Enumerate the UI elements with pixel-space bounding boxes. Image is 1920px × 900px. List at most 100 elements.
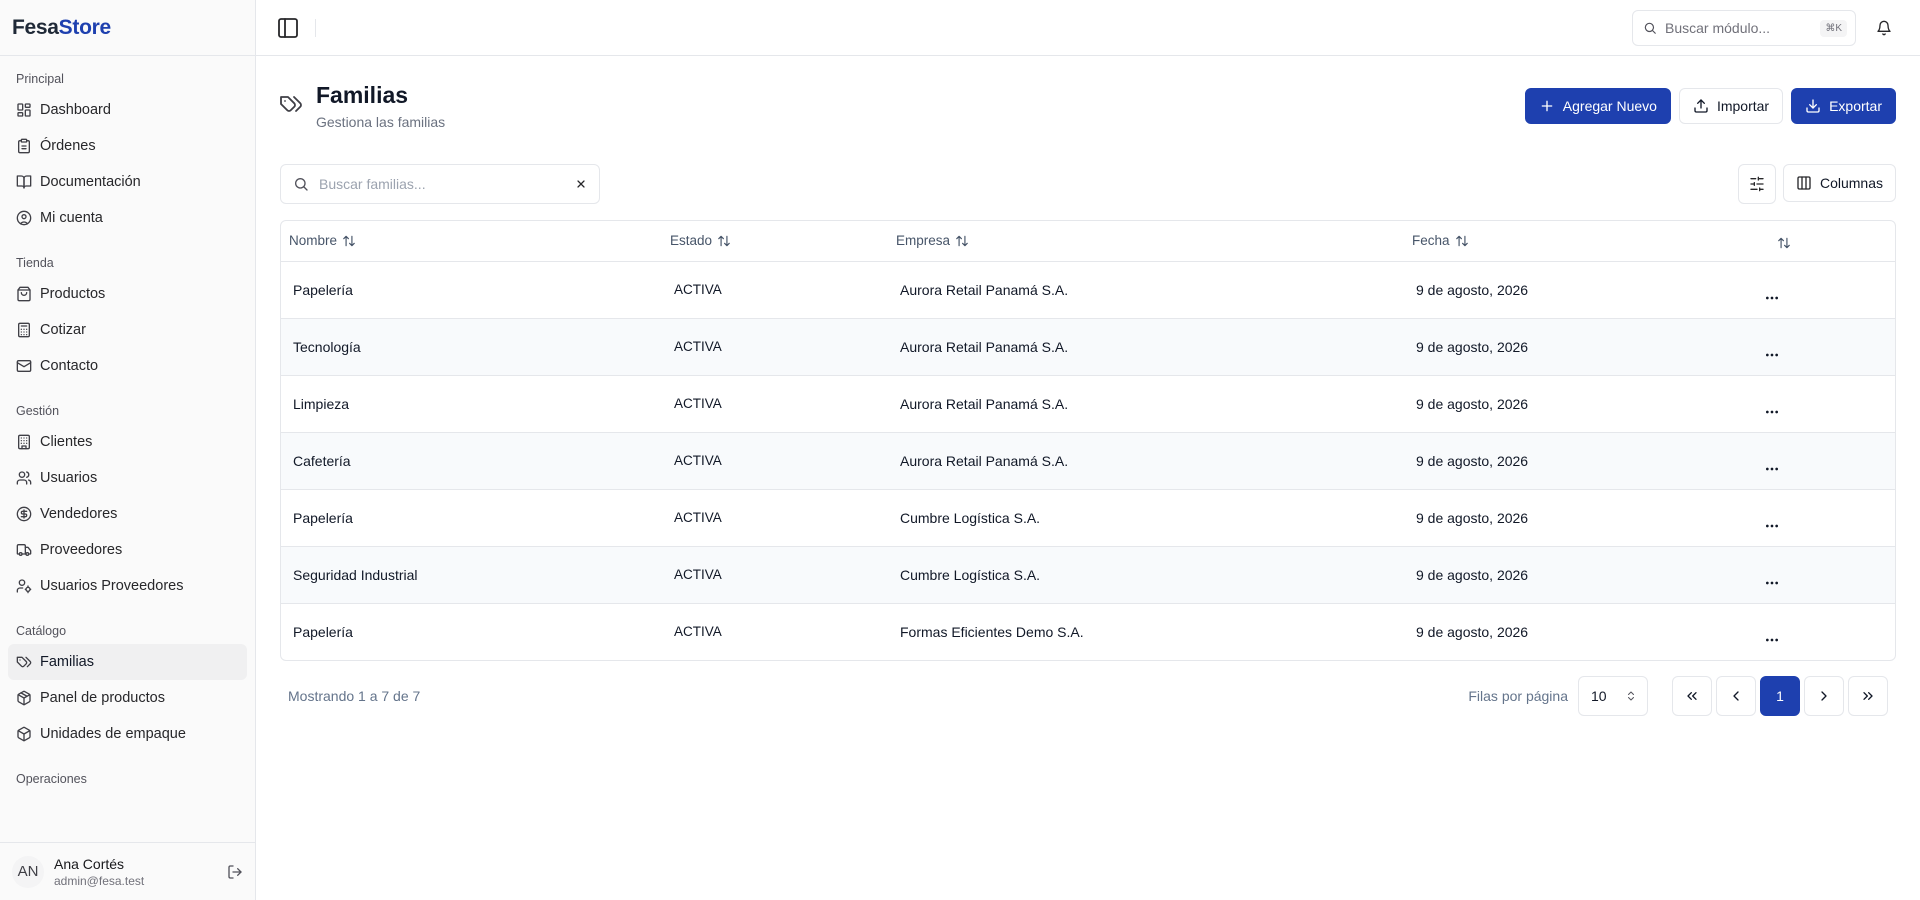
sort-icon[interactable] (1455, 234, 1469, 248)
cell-fecha: 9 de agosto, 2026 (1416, 509, 1529, 526)
showing-count: Mostrando 1 a 7 de 7 (288, 688, 421, 704)
sidebar-item-documentacion[interactable]: Documentación (8, 164, 247, 200)
sort-icon[interactable] (955, 234, 969, 248)
nav-heading: Operaciones (16, 772, 87, 786)
sidebar-item-label: Vendedores (40, 506, 118, 522)
user-meta: Ana Cortés admin@fesa.test (54, 856, 227, 888)
sidebar-item-usuarios[interactable]: Usuarios (8, 460, 247, 496)
bell-icon[interactable] (1876, 20, 1892, 36)
more-horizontal-icon[interactable] (1764, 575, 1885, 591)
sidebar-item-familias[interactable]: Familias (8, 644, 247, 680)
sidebar-item-label: Cotizar (40, 322, 86, 338)
sidebar-toggle-icon[interactable] (276, 16, 300, 40)
sidebar-item-panel-de-productos[interactable]: Panel de productos (8, 680, 247, 716)
sidebar-item-cotizar[interactable]: Cotizar (8, 312, 247, 348)
sidebar-item-unidades-de-empaque[interactable]: Unidades de empaque (8, 716, 247, 752)
divider (315, 19, 316, 37)
table-row[interactable]: Tecnología ACTIVA Aurora Retail Panamá S.A… (281, 318, 1895, 375)
export-button[interactable]: Exportar (1791, 88, 1896, 124)
table-row[interactable]: Papelería ACTIVA Formas Eficientes Demo S.… (281, 603, 1895, 660)
sidebar-item-label: Dashboard (40, 102, 111, 118)
column-header-empresa[interactable]: Empresa (888, 221, 1404, 261)
sidebar-item-label: Documentación (40, 174, 141, 190)
sort-icon[interactable] (342, 234, 356, 248)
cell-actions (1752, 603, 1895, 660)
sidebar-item-ordenes[interactable]: Órdenes (8, 128, 247, 164)
first-page-button[interactable] (1672, 676, 1712, 716)
more-horizontal-icon[interactable] (1764, 461, 1885, 477)
last-page-button[interactable] (1848, 676, 1888, 716)
page-button-current[interactable]: 1 (1760, 676, 1800, 716)
shortcut-badge: ⌘K (1820, 19, 1847, 37)
sidebar-item-dashboard[interactable]: Dashboard (8, 92, 247, 128)
sidebar-item-proveedores[interactable]: Proveedores (8, 532, 247, 568)
user-profile[interactable]: AN Ana Cortés admin@fesa.test (0, 842, 255, 900)
table-row[interactable]: Papelería ACTIVA Cumbre Logística S.A. 9 de… (281, 489, 1895, 546)
cell-estado: ACTIVA (674, 510, 722, 525)
sidebar-item-mi-cuenta[interactable]: Mi cuenta (8, 200, 247, 236)
import-button[interactable]: Importar (1678, 88, 1784, 124)
columns-label: Columnas (1819, 175, 1883, 191)
chevron-updown-icon (1625, 690, 1637, 702)
column-header-actions[interactable] (1752, 221, 1895, 261)
cell-empresa: Cumbre Logística S.A. (900, 566, 1041, 583)
columns-icon (1796, 175, 1812, 191)
more-horizontal-icon[interactable] (1764, 518, 1885, 534)
sort-icon[interactable] (1777, 236, 1791, 250)
user-cog-icon (16, 578, 32, 594)
table-row[interactable]: Cafetería ACTIVA Aurora Retail Panamá S.A.… (281, 432, 1895, 489)
sidebar-item-contacto[interactable]: Contacto (8, 348, 247, 384)
cell-fecha: 9 de agosto, 2026 (1416, 623, 1529, 640)
sidebar-item-vendedores[interactable]: Vendedores (8, 496, 247, 532)
nav-group-tienda: Tienda Productos Cotizar Contacto (0, 252, 255, 384)
import-label: Importar (1716, 98, 1770, 114)
table-row[interactable]: Limpieza ACTIVA Aurora Retail Panamá S.A. 9… (281, 375, 1895, 432)
sidebar-item-productos[interactable]: Productos (8, 276, 247, 312)
cell-empresa: Aurora Retail Panamá S.A. (900, 452, 1069, 469)
search-icon (1643, 21, 1657, 35)
module-search[interactable]: ⌘K (1632, 10, 1856, 46)
chevrons-left-icon (1684, 688, 1700, 704)
more-horizontal-icon[interactable] (1764, 404, 1885, 420)
module-search-input[interactable] (1665, 20, 1821, 36)
sidebar-nav: Principal Dashboard Órdenes Documentación Mi… (0, 68, 255, 840)
column-header-estado[interactable]: Estado (662, 221, 888, 261)
sort-icon[interactable] (717, 234, 731, 248)
page-subtitle: Gestiona las familias (316, 114, 446, 130)
cell-fecha: 9 de agosto, 2026 (1416, 281, 1529, 298)
rows-per-page-select[interactable]: 10 (1578, 676, 1648, 716)
cell-nombre: Limpieza (293, 395, 350, 412)
cell-empresa: Cumbre Logística S.A. (900, 509, 1041, 526)
sidebar-item-label: Unidades de empaque (40, 726, 186, 742)
nav-heading: Gestión (16, 404, 60, 418)
close-icon[interactable] (575, 178, 587, 190)
more-horizontal-icon[interactable] (1764, 347, 1885, 363)
search-input[interactable] (319, 176, 575, 192)
package-icon (16, 690, 32, 706)
next-page-button[interactable] (1804, 676, 1844, 716)
brand-logo[interactable]: FesaStore (12, 16, 111, 40)
sidebar: FesaStore Principal Dashboard Órdenes Docum… (0, 0, 256, 900)
column-header-nombre[interactable]: Nombre (281, 221, 662, 261)
dollar-circle-icon (16, 506, 32, 522)
cell-estado: ACTIVA (674, 339, 722, 354)
add-new-button[interactable]: Agregar Nuevo (1524, 88, 1671, 124)
more-horizontal-icon[interactable] (1764, 632, 1885, 648)
sidebar-item-usuarios-proveedores[interactable]: Usuarios Proveedores (8, 568, 247, 604)
table-search[interactable] (280, 164, 600, 204)
table-header-row: Nombre Estado Empresa Fecha (281, 221, 1895, 261)
filter-button[interactable] (1738, 164, 1776, 204)
sidebar-item-clientes[interactable]: Clientes (8, 424, 247, 460)
chevrons-right-icon (1860, 688, 1876, 704)
calculator-icon (16, 322, 32, 338)
main-content: Familias Gestiona las familias Agregar N… (256, 56, 1920, 900)
prev-page-button[interactable] (1716, 676, 1756, 716)
page-buttons: 1 (1672, 676, 1888, 716)
table-row[interactable]: Papelería ACTIVA Aurora Retail Panamá S.A.… (281, 261, 1895, 318)
table-row[interactable]: Seguridad Industrial ACTIVA Cumbre Logísti… (281, 546, 1895, 603)
columns-button[interactable]: Columnas (1782, 164, 1896, 202)
logout-icon[interactable] (227, 864, 243, 880)
column-header-fecha[interactable]: Fecha (1404, 221, 1752, 261)
tags-icon (16, 654, 32, 670)
more-horizontal-icon[interactable] (1764, 290, 1885, 306)
